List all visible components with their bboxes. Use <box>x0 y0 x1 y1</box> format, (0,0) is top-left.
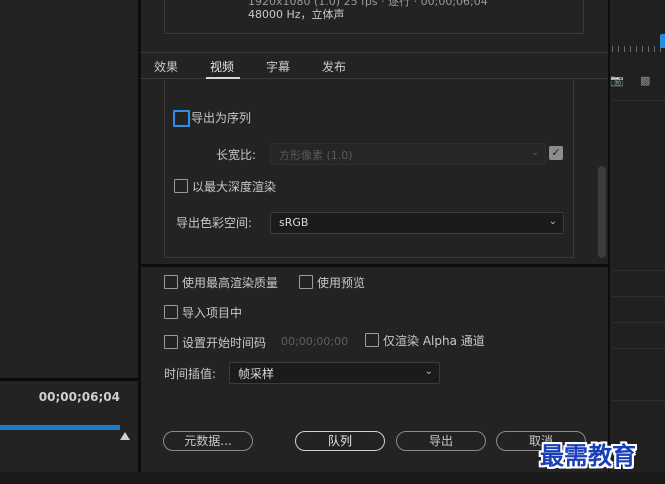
color-space-value: sRGB <box>279 216 309 229</box>
settings-tabbar: 效果 视频 字幕 发布 <box>141 52 608 79</box>
max-render-quality-checkbox[interactable] <box>164 275 178 289</box>
export-range-bar[interactable] <box>0 425 120 430</box>
aspect-ratio-label: 长宽比: <box>216 148 257 162</box>
max-depth-label: 以最大深度渲染 <box>192 180 277 194</box>
queue-button[interactable]: 队列 <box>295 431 385 451</box>
out-point-marker-icon[interactable] <box>120 432 130 440</box>
panel-divider <box>0 378 138 381</box>
set-start-timecode-label: 设置开始时间码 <box>182 336 267 350</box>
use-previews-label: 使用预览 <box>317 276 366 290</box>
tab-effects[interactable]: 效果 <box>154 58 178 75</box>
color-space-label: 导出色彩空间: <box>176 216 253 230</box>
program-monitor-panel <box>0 0 138 484</box>
timeline-track-line <box>612 296 665 297</box>
start-timecode-field[interactable]: 00;00;00;00 <box>281 335 348 348</box>
timeline-panel <box>610 0 665 484</box>
import-into-project-checkbox[interactable] <box>164 305 178 319</box>
export-as-sequence-checkbox[interactable] <box>173 110 190 127</box>
metadata-button[interactable]: 元数据... <box>163 431 253 451</box>
settings-scrollbar[interactable] <box>598 166 606 258</box>
summary-audio-info: 48000 Hz，立体声 <box>248 8 345 21</box>
chevron-down-icon: ⌄ <box>424 366 433 377</box>
color-space-select[interactable]: sRGB ⌄ <box>270 212 564 234</box>
tab-captions[interactable]: 字幕 <box>266 58 290 75</box>
timeline-track-line <box>612 270 665 271</box>
time-interpolation-value: 帧采样 <box>238 367 275 381</box>
timeline-track-line <box>612 400 665 401</box>
max-render-quality-label: 使用最高渲染质量 <box>182 276 279 290</box>
import-into-project-label: 导入项目中 <box>182 306 243 320</box>
tab-publish[interactable]: 发布 <box>322 58 346 75</box>
export-button[interactable]: 导出 <box>396 431 486 451</box>
timeline-ruler[interactable] <box>612 38 665 52</box>
aspect-ratio-select[interactable]: 方形像素 (1.0) ⌄ <box>270 143 546 165</box>
timeline-track-line <box>612 100 665 101</box>
active-tab-indicator <box>206 77 240 79</box>
chevron-down-icon: ⌄ <box>530 147 539 158</box>
section-divider <box>138 264 610 267</box>
aspect-ratio-value: 方形像素 (1.0) <box>279 149 353 162</box>
set-start-timecode-checkbox[interactable] <box>164 335 178 349</box>
camera-icon[interactable]: 📷 <box>610 74 626 87</box>
export-as-sequence-label: 导出为序列 <box>191 111 252 125</box>
status-strip <box>0 472 665 484</box>
tab-video[interactable]: 视频 <box>210 58 234 75</box>
timeline-track-line <box>612 348 665 349</box>
source-timecode: 00;00;06;04 <box>38 390 120 404</box>
use-previews-checkbox[interactable] <box>299 275 313 289</box>
timeline-track-line <box>612 322 665 323</box>
render-alpha-only-label: 仅渲染 Alpha 通道 <box>383 334 485 348</box>
playhead-icon[interactable] <box>660 34 665 48</box>
watermark-logo: 最需教育 <box>540 441 636 470</box>
clip-icon[interactable]: ▩ <box>640 74 660 88</box>
time-interpolation-label: 时间插值: <box>164 367 217 381</box>
export-range-fill <box>0 425 120 430</box>
time-interpolation-select[interactable]: 帧采样 ⌄ <box>229 362 440 384</box>
render-alpha-only-checkbox[interactable] <box>365 333 379 347</box>
chevron-down-icon: ⌄ <box>548 216 557 227</box>
max-depth-checkbox[interactable] <box>174 179 188 193</box>
match-source-checkbox[interactable]: ✓ <box>549 146 563 160</box>
